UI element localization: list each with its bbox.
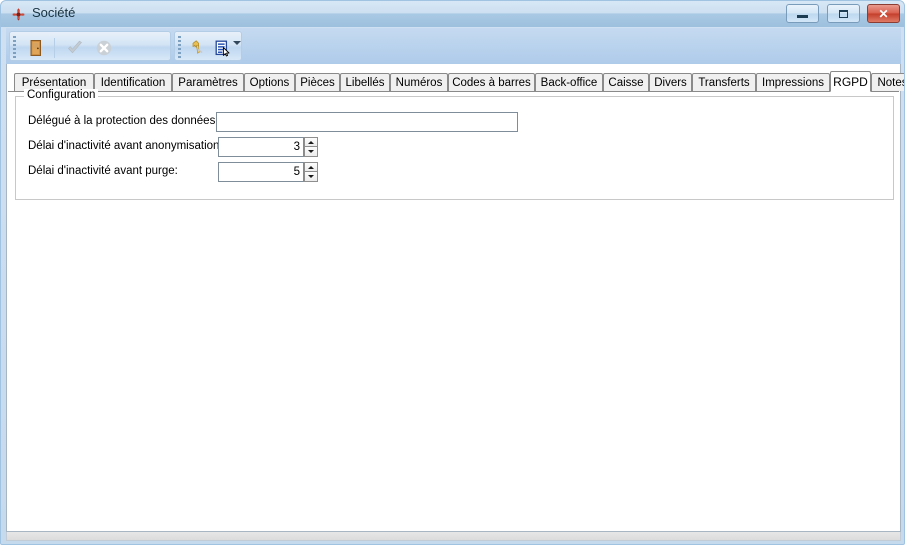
tab-strip: Présentation Identification Paramètres O… [8, 71, 899, 92]
tab-label: Libellés [346, 77, 385, 89]
tab-label: Caisse [608, 77, 643, 89]
tab-label: Numéros [396, 77, 443, 89]
tab-identification[interactable]: Identification [94, 73, 172, 91]
maximize-icon [828, 5, 859, 22]
arrow-down-icon [308, 175, 314, 178]
tab-impressions[interactable]: Impressions [756, 73, 830, 91]
minimize-button[interactable] [786, 4, 819, 23]
data-protection-officer-input[interactable] [216, 112, 518, 132]
tab-label: RGPD [833, 75, 868, 89]
inactivity-delay-purge-input[interactable]: 5 [218, 162, 304, 182]
toolbar-separator [54, 38, 55, 58]
window-title: Société [32, 5, 75, 20]
tab-options[interactable]: Options [244, 73, 295, 91]
anonymisation-spin-buttons [304, 137, 318, 157]
toolbar [6, 28, 901, 64]
cancel-circle-icon [94, 38, 114, 58]
tab-label: Back-office [541, 77, 598, 89]
inactivity-delay-anonymisation-stepper: 3 [218, 137, 318, 157]
minimize-icon [787, 5, 818, 22]
tab-label: Options [250, 77, 290, 89]
arrow-up-icon [308, 166, 314, 169]
client-inner: Présentation Identification Paramètres O… [7, 64, 900, 531]
close-icon: ✕ [868, 5, 899, 22]
application-window: Société ✕ [0, 0, 905, 545]
inactivity-delay-purge-stepper: 5 [218, 162, 318, 182]
tab-label: Transferts [698, 77, 749, 89]
tab-label: Divers [654, 77, 687, 89]
tab-label: Codes à barres [452, 77, 531, 89]
maximize-button[interactable] [827, 4, 860, 23]
status-bar [6, 532, 901, 541]
check-mark-icon [65, 38, 85, 58]
tab-numeros[interactable]: Numéros [390, 73, 448, 91]
anonymisation-spin-up[interactable] [304, 137, 318, 147]
list-dropdown-arrow[interactable] [233, 45, 241, 63]
inactivity-delay-anonymisation-label: Délai d'inactivité avant anonymisation: [28, 140, 223, 152]
validate-button[interactable] [62, 36, 88, 60]
tab-codes-a-barres[interactable]: Codes à barres [448, 73, 535, 91]
document-list-icon [212, 38, 232, 58]
toolbar-group-utility [174, 31, 242, 61]
door-exit-icon [26, 38, 46, 58]
toolbar-group-navigation [9, 31, 171, 61]
inactivity-delay-purge-label: Délai d'inactivité avant purge: [28, 165, 178, 177]
cancel-button[interactable] [91, 36, 117, 60]
toolbar-gripper[interactable] [13, 36, 16, 58]
list-button[interactable] [209, 36, 235, 60]
arrow-up-icon [308, 141, 314, 144]
key-icon [188, 38, 208, 58]
tab-label: Pièces [300, 77, 335, 89]
anonymisation-spin-down[interactable] [304, 147, 318, 157]
purge-spin-up[interactable] [304, 162, 318, 172]
title-bar: Société ✕ [1, 1, 905, 27]
tab-label: Notes [877, 77, 905, 89]
tab-back-office[interactable]: Back-office [535, 73, 603, 91]
exit-button[interactable] [23, 36, 49, 60]
chevron-down-icon [233, 41, 241, 62]
client-area: Présentation Identification Paramètres O… [6, 64, 901, 532]
tab-notes[interactable]: Notes [871, 73, 905, 91]
tab-parametres[interactable]: Paramètres [172, 73, 244, 91]
toolbar-gripper-secondary[interactable] [178, 36, 181, 58]
inactivity-delay-anonymisation-input[interactable]: 3 [218, 137, 304, 157]
arrow-down-icon [308, 150, 314, 153]
tab-label: Présentation [22, 77, 87, 89]
tab-libelles[interactable]: Libellés [340, 73, 390, 91]
tab-label: Identification [101, 77, 166, 89]
tab-transferts[interactable]: Transferts [692, 73, 756, 91]
purge-spin-buttons [304, 162, 318, 182]
configuration-groupbox: Configuration Délégué à la protection de… [15, 96, 894, 200]
tab-panel-rgpd: Configuration Délégué à la protection de… [8, 92, 899, 530]
company-figure-icon [11, 7, 26, 22]
tab-pieces[interactable]: Pièces [295, 73, 340, 91]
window-controls: ✕ [783, 4, 900, 24]
data-protection-officer-label: Délégué à la protection des données: [28, 115, 219, 127]
tab-label: Impressions [762, 77, 824, 89]
tab-caisse[interactable]: Caisse [603, 73, 649, 91]
tab-label: Paramètres [178, 77, 237, 89]
tab-divers[interactable]: Divers [649, 73, 692, 91]
purge-spin-down[interactable] [304, 172, 318, 182]
rights-button[interactable] [185, 36, 211, 60]
close-button[interactable]: ✕ [867, 4, 900, 23]
groupbox-title: Configuration [24, 89, 98, 101]
tab-rgpd[interactable]: RGPD [830, 71, 871, 92]
